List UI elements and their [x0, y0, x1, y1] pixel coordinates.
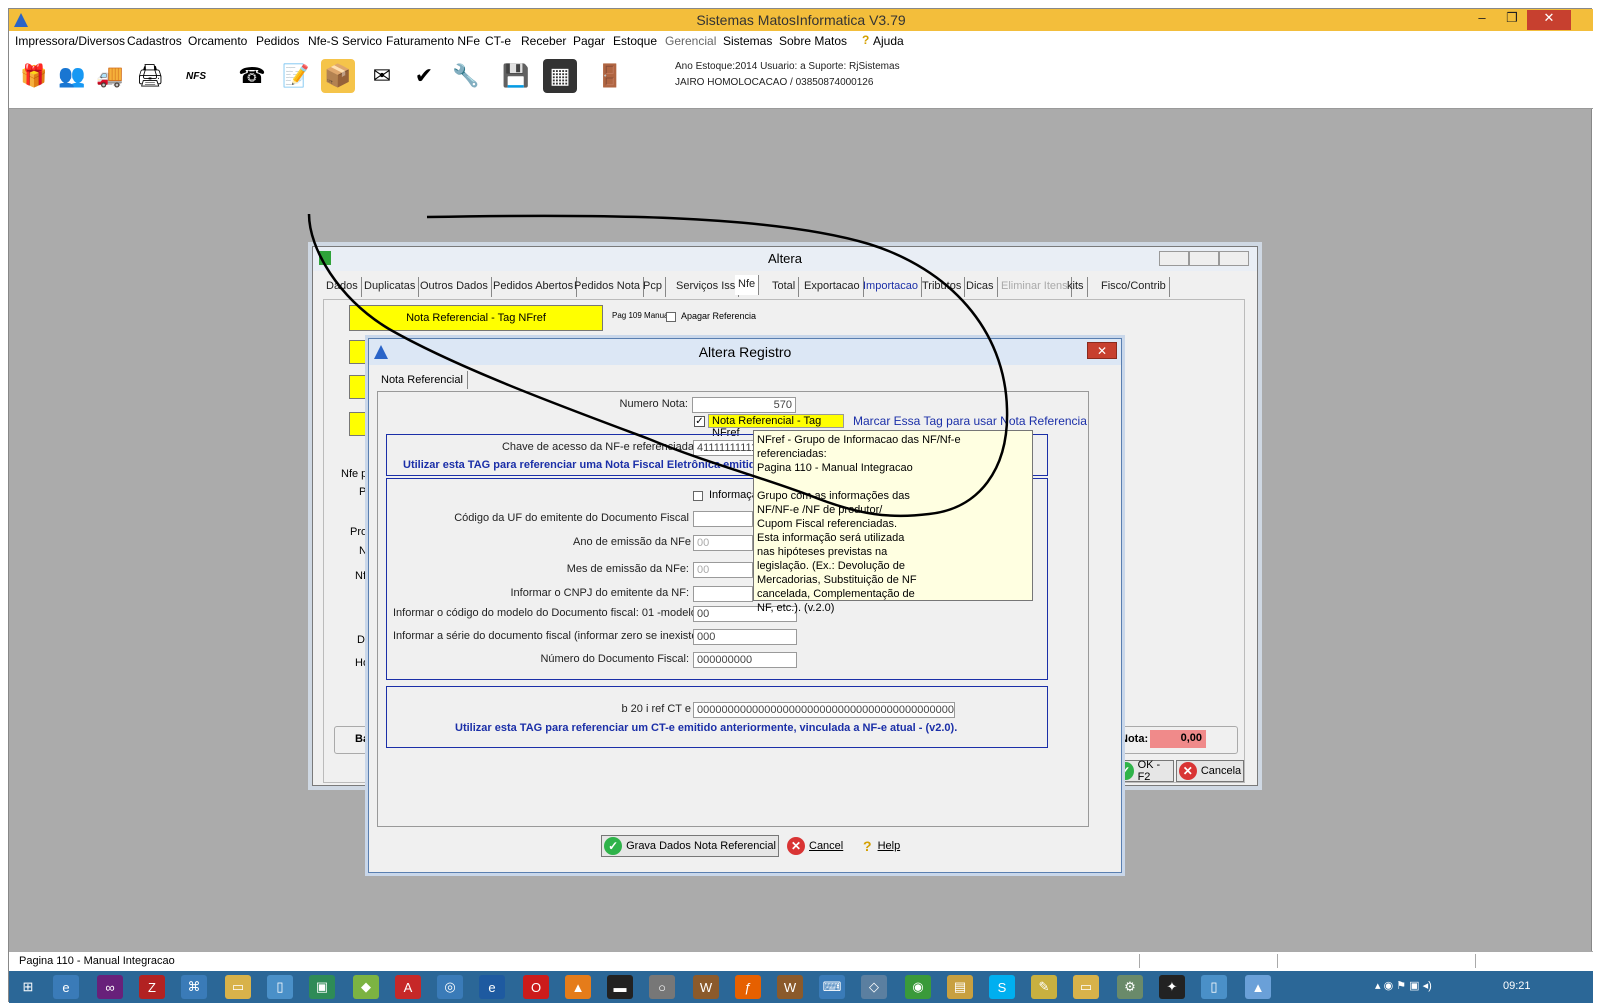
mail-icon[interactable]: ◎ [437, 975, 463, 999]
winrar2-icon[interactable]: W [777, 975, 803, 999]
skype-icon[interactable]: S [989, 975, 1015, 999]
pdf-icon[interactable]: ✦ [1159, 975, 1185, 999]
filezilla-icon[interactable]: Z [139, 975, 165, 999]
status-divider [1277, 954, 1278, 968]
winrar-icon[interactable]: W [693, 975, 719, 999]
edge-icon[interactable]: e [479, 975, 505, 999]
explorer-icon[interactable]: ▭ [1073, 975, 1099, 999]
notes-icon[interactable]: ✎ [1031, 975, 1057, 999]
box-icon[interactable]: ◇ [861, 975, 887, 999]
app-icon[interactable]: ▲ [565, 975, 591, 999]
keyboard-icon[interactable]: ⌨ [819, 975, 845, 999]
ie-icon[interactable]: e [53, 975, 79, 999]
cmd-icon[interactable]: ▬ [607, 975, 633, 999]
notepad-icon[interactable]: ▯ [267, 975, 293, 999]
status-divider [1139, 954, 1140, 968]
windows-start-icon[interactable]: ⊞ [15, 975, 41, 999]
android-icon[interactable]: ◆ [353, 975, 379, 999]
matos-icon[interactable]: ▲ [1245, 975, 1271, 999]
visual-studio-icon[interactable]: ∞ [97, 975, 123, 999]
firefox-icon[interactable]: ƒ [735, 975, 761, 999]
status-text: Pagina 110 - Manual Integracao [19, 955, 175, 967]
main-window: Sistemas MatosInformatica V3.79 – ❐ ✕ Im… [8, 8, 1593, 1003]
status-divider [1475, 954, 1476, 968]
hand-drawn-annotation [307, 213, 1009, 518]
opera-icon[interactable]: O [523, 975, 549, 999]
acrobat-icon[interactable]: A [395, 975, 421, 999]
calc-icon[interactable]: ▯ [1201, 975, 1227, 999]
status-bar: Pagina 110 - Manual Integracao [9, 951, 1593, 971]
clock: 09:21 [1503, 980, 1531, 992]
tools2-icon[interactable]: ⚙ [1117, 975, 1143, 999]
folder-icon[interactable]: ▭ [225, 975, 251, 999]
chrome-icon[interactable]: ◉ [905, 975, 931, 999]
disc-icon[interactable]: ○ [649, 975, 675, 999]
calendar-icon[interactable]: ▤ [947, 975, 973, 999]
taskbar: ⊞ e ∞ Z ⌘ ▭ ▯ ▣ ◆ A ◎ e O ▲ ▬ ○ W ƒ W ⌨ … [9, 971, 1593, 1003]
network-icon[interactable]: ⌘ [181, 975, 207, 999]
tray-icons[interactable]: ▴ ◉ ⚑ ▣ ◂) [1375, 979, 1432, 992]
terminal-icon[interactable]: ▣ [309, 975, 335, 999]
